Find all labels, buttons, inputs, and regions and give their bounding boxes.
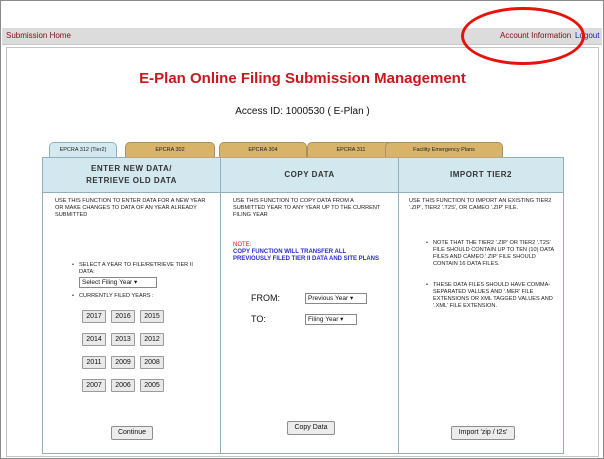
enter-heading-line1: ENTER NEW DATA/ bbox=[91, 164, 172, 173]
import-heading: IMPORT TIER2 bbox=[449, 170, 512, 179]
import-tier2-column: IMPORT TIER2 Use this function to import… bbox=[399, 158, 563, 453]
copy-description: Use this function to copy data from a su… bbox=[233, 198, 381, 218]
select-year-prompt: Select a year to file/retrieve Tier II d… bbox=[72, 262, 207, 276]
from-year-value: Previous Year bbox=[308, 295, 349, 302]
from-label: FROM: bbox=[251, 293, 280, 303]
tab-epcra-302[interactable]: EPCRA 302 bbox=[125, 142, 215, 157]
year-button-2014[interactable]: 2014 bbox=[82, 333, 106, 346]
function-panel: ENTER NEW DATA/ RETRIEVE OLD DATA Use th… bbox=[42, 157, 564, 454]
year-button-2017[interactable]: 2017 bbox=[82, 310, 106, 323]
chevron-down-icon: ▾ bbox=[134, 279, 138, 286]
year-button-2015[interactable]: 2015 bbox=[140, 310, 164, 323]
copy-note-text: Copy function will transfer all previous… bbox=[233, 249, 380, 262]
to-year-value: Filing Year bbox=[308, 316, 339, 323]
enter-description: Use this function to enter data for a ne… bbox=[55, 198, 206, 218]
filing-year-select[interactable]: Select Filing Year ▾ bbox=[79, 277, 157, 288]
import-zip-t2s-button[interactable]: Import 'zip / t2s' bbox=[451, 426, 515, 440]
year-button-2007[interactable]: 2007 bbox=[82, 379, 106, 392]
page-title: E-Plan Online Filing Submission Manageme… bbox=[139, 70, 466, 87]
import-note-1: Note that the Tier2 '.ZIP' or Tier2 '.T2… bbox=[426, 240, 557, 268]
to-label: TO: bbox=[251, 314, 266, 324]
year-button-2005[interactable]: 2005 bbox=[140, 379, 164, 392]
year-button-2011[interactable]: 2011 bbox=[82, 356, 106, 369]
copy-heading: COPY DATA bbox=[284, 170, 335, 179]
import-note-2: These data files should have comma-separ… bbox=[426, 282, 557, 310]
enter-data-heading: ENTER NEW DATA/ RETRIEVE OLD DATA bbox=[43, 158, 220, 193]
filing-year-value: Select Filing Year bbox=[82, 279, 133, 286]
filed-years-label: Currently filed years : bbox=[72, 293, 207, 300]
tab-epcra-312[interactable]: EPCRA 312 (Tier2) bbox=[49, 142, 117, 157]
copy-note-label: NOTE: bbox=[233, 242, 252, 248]
copy-data-heading: COPY DATA bbox=[221, 158, 398, 193]
from-year-select[interactable]: Previous Year ▾ bbox=[305, 293, 367, 304]
enter-heading-line2: RETRIEVE OLD DATA bbox=[86, 176, 177, 185]
tab-epcra-304[interactable]: EPCRA 304 bbox=[219, 142, 307, 157]
copy-data-column: COPY DATA Use this function to copy data… bbox=[221, 158, 399, 453]
to-year-select[interactable]: Filing Year ▾ bbox=[305, 314, 357, 325]
page-frame: Submission Home Account Information Logo… bbox=[0, 0, 604, 459]
submission-home-link[interactable]: Submission Home bbox=[6, 31, 71, 40]
tab-epcra-311[interactable]: EPCRA 311 bbox=[307, 142, 395, 157]
access-id-text: Access ID: 1000530 ( E-Plan ) bbox=[235, 106, 370, 117]
enter-data-column: ENTER NEW DATA/ RETRIEVE OLD DATA Use th… bbox=[43, 158, 221, 453]
tab-facility-emergency-plans[interactable]: Facility Emergency Plans bbox=[385, 142, 503, 157]
annotation-circle bbox=[461, 7, 585, 65]
year-button-2012[interactable]: 2012 bbox=[140, 333, 164, 346]
year-button-2013[interactable]: 2013 bbox=[111, 333, 135, 346]
year-button-2016[interactable]: 2016 bbox=[111, 310, 135, 323]
chevron-down-icon: ▾ bbox=[349, 295, 354, 302]
year-button-2009[interactable]: 2009 bbox=[111, 356, 135, 369]
import-description: Use this function to import an existing … bbox=[409, 198, 552, 211]
continue-button[interactable]: Continue bbox=[111, 426, 153, 440]
chevron-down-icon: ▾ bbox=[340, 316, 344, 323]
import-tier2-heading: IMPORT TIER2 bbox=[399, 158, 563, 193]
year-button-2008[interactable]: 2008 bbox=[140, 356, 164, 369]
year-button-2006[interactable]: 2006 bbox=[111, 379, 135, 392]
main-content: E-Plan Online Filing Submission Manageme… bbox=[6, 47, 599, 457]
copy-data-button[interactable]: Copy Data bbox=[287, 421, 335, 435]
